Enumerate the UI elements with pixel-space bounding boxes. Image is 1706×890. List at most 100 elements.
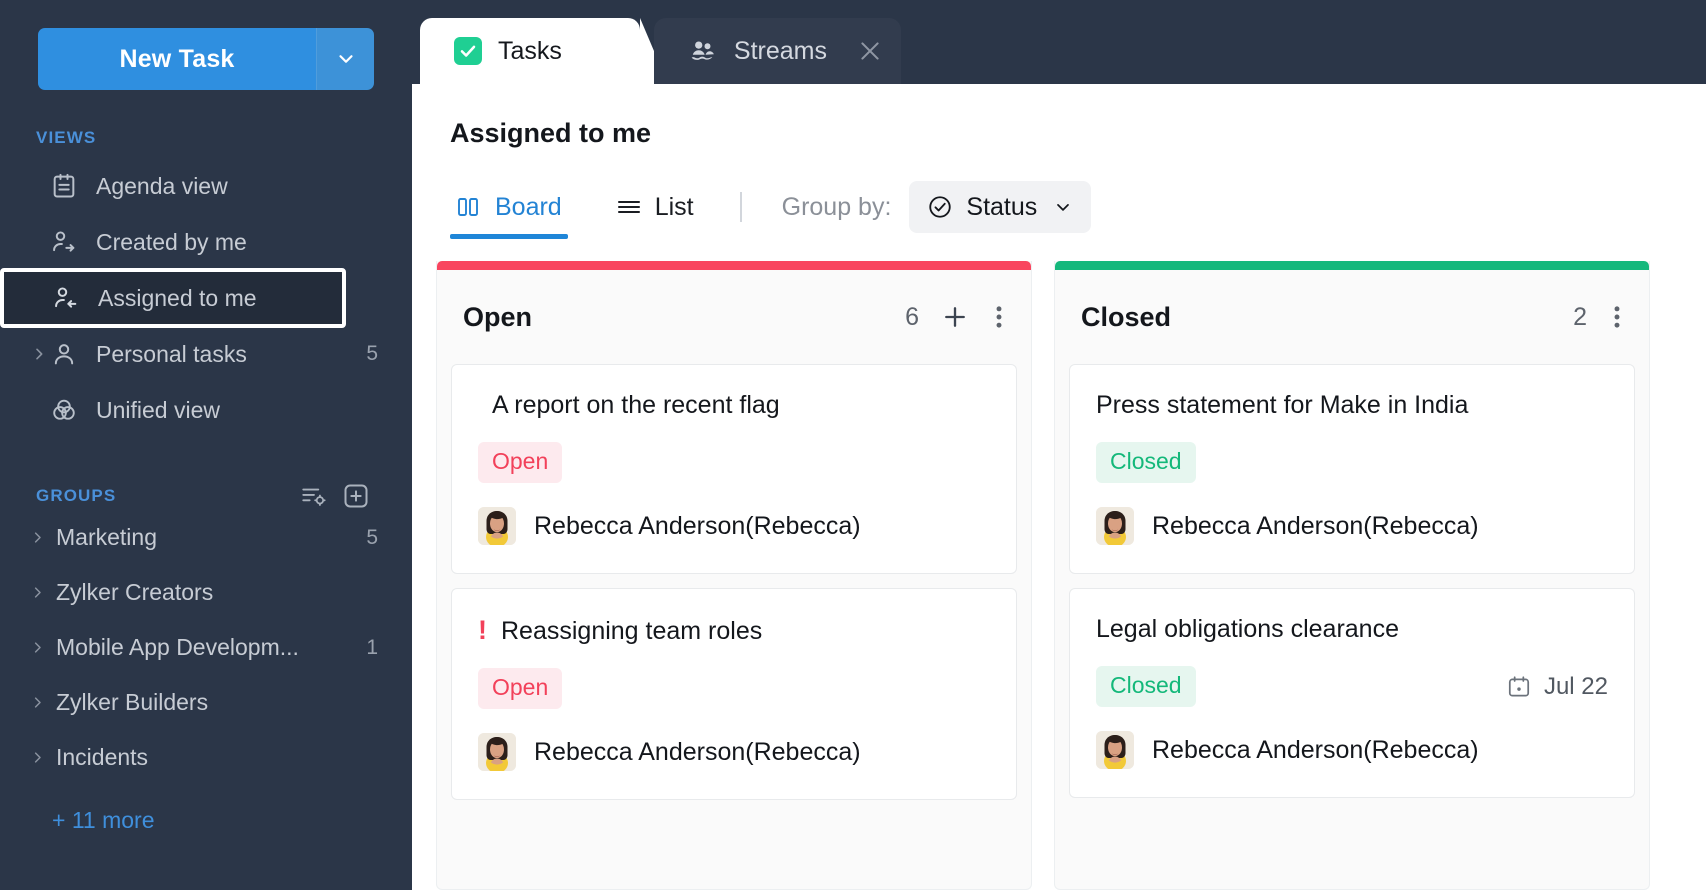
filter-settings-icon[interactable] — [300, 483, 328, 509]
task-title-row: Legal obligations clearance — [1096, 615, 1608, 644]
sidebar-item-unified-view[interactable]: Unified view — [0, 382, 412, 438]
sidebar-group-incidents[interactable]: Incidents — [0, 730, 412, 785]
group-by-label: Group by: — [781, 192, 892, 221]
sidebar-item-personal-tasks[interactable]: Personal tasks 5 — [0, 326, 412, 382]
column-cards: Press statement for Make in India Closed — [1055, 364, 1649, 798]
sidebar-item-label: Created by me — [96, 228, 247, 255]
task-meta-row: Closed — [1096, 442, 1608, 483]
task-assignee: Rebecca Anderson(Rebecca) — [478, 733, 990, 771]
task-card[interactable]: Press statement for Make in India Closed — [1069, 364, 1635, 574]
chevron-right-icon[interactable] — [30, 530, 56, 545]
task-title-row: Press statement for Make in India — [1096, 391, 1608, 420]
sidebar-group-marketing[interactable]: Marketing 5 — [0, 510, 412, 565]
column-count: 6 — [905, 302, 919, 331]
task-meta-row: Closed Jul 22 — [1096, 666, 1608, 707]
chevron-right-icon[interactable] — [30, 750, 56, 765]
show-more-groups-link[interactable]: + 11 more — [0, 807, 155, 834]
task-card[interactable]: A report on the recent flag Open Rebecca… — [451, 364, 1017, 574]
groups-section-label: GROUPS — [36, 486, 117, 505]
avatar — [1096, 507, 1134, 545]
group-count: 5 — [366, 525, 378, 549]
task-title: Reassigning team roles — [501, 617, 763, 645]
streams-people-icon — [688, 38, 718, 64]
column-cards: A report on the recent flag Open Rebecca… — [437, 364, 1031, 800]
column-title: Closed — [1081, 301, 1172, 332]
groups-section-header: GROUPS — [0, 482, 412, 510]
chevron-right-icon[interactable] — [30, 695, 56, 710]
chevron-right-icon[interactable] — [30, 640, 56, 655]
sidebar: New Task VIEWS Agenda view Created by me… — [0, 0, 412, 890]
tab-label: Tasks — [498, 36, 562, 65]
user-arrow-right-icon — [50, 228, 84, 256]
new-task-dropdown-button[interactable] — [316, 28, 374, 90]
plus-icon[interactable] — [941, 303, 969, 331]
group-label: Marketing — [56, 524, 157, 550]
view-toolbar: Board List Group by: Status — [412, 175, 1706, 239]
avatar — [1096, 731, 1134, 769]
task-assignee: Rebecca Anderson(Rebecca) — [1096, 507, 1608, 545]
task-meta-row: Open — [478, 442, 990, 483]
close-icon[interactable] — [857, 38, 883, 64]
board-columns-icon — [456, 195, 482, 219]
column-accent-bar — [1055, 261, 1649, 270]
group-by-value: Status — [966, 192, 1038, 221]
checkbox-check-icon — [454, 37, 482, 65]
tab-board-view[interactable]: Board — [450, 175, 568, 239]
new-task-group: New Task — [38, 28, 374, 90]
page-title: Assigned to me — [450, 118, 652, 148]
sidebar-group-mobile-app-development[interactable]: Mobile App Developm... 1 — [0, 620, 412, 675]
list-lines-icon — [616, 195, 642, 219]
tab-label: Streams — [733, 36, 827, 65]
task-assignee: Rebecca Anderson(Rebecca) — [478, 507, 990, 545]
assignee-name: Rebecca Anderson(Rebecca) — [1152, 511, 1479, 540]
column-accent-bar — [437, 261, 1031, 270]
group-by-dropdown[interactable]: Status — [909, 181, 1092, 233]
task-title-row: A report on the recent flag — [478, 391, 990, 420]
sidebar-item-created-by-me[interactable]: Created by me — [0, 214, 412, 270]
task-card[interactable]: ! Reassigning team roles Open Rebecca An… — [451, 588, 1017, 800]
due-date: Jul 22 — [1506, 673, 1608, 701]
views-section-label: VIEWS — [36, 128, 97, 147]
task-assignee: Rebecca Anderson(Rebecca) — [1096, 731, 1608, 769]
sidebar-item-agenda-view[interactable]: Agenda view — [0, 158, 412, 214]
group-count: 1 — [366, 635, 378, 659]
task-title-row: ! Reassigning team roles — [478, 615, 990, 646]
task-card[interactable]: Legal obligations clearance Closed Jul 2… — [1069, 588, 1635, 798]
task-title: A report on the recent flag — [492, 391, 780, 419]
group-label: Mobile App Developm... — [56, 634, 299, 660]
avatar — [478, 733, 516, 771]
status-badge: Closed — [1096, 442, 1196, 483]
column-title: Open — [463, 301, 533, 332]
column-count: 2 — [1573, 302, 1587, 331]
column-header: Open 6 — [437, 270, 1031, 364]
status-badge: Closed — [1096, 666, 1196, 707]
kebab-menu-icon[interactable] — [1609, 303, 1625, 331]
chevron-right-icon[interactable] — [30, 585, 56, 600]
sidebar-item-label: Personal tasks — [96, 340, 247, 367]
main-content: Tasks Streams Assigned to me Board List … — [412, 0, 1706, 890]
unified-venn-icon — [50, 396, 84, 424]
kebab-menu-icon[interactable] — [991, 303, 1007, 331]
tab-list-view[interactable]: List — [610, 175, 700, 239]
tab-streams[interactable]: Streams — [653, 18, 901, 84]
priority-flag: ! — [478, 615, 487, 645]
tab-tasks[interactable]: Tasks — [420, 18, 668, 84]
sidebar-item-assigned-to-me[interactable]: Assigned to me — [0, 268, 346, 328]
assignee-name: Rebecca Anderson(Rebecca) — [1152, 735, 1479, 764]
avatar — [478, 507, 516, 545]
app-root: New Task VIEWS Agenda view Created by me… — [0, 0, 1706, 890]
task-title: Legal obligations clearance — [1096, 615, 1399, 643]
group-label: Incidents — [56, 744, 149, 770]
sidebar-group-zylker-builders[interactable]: Zylker Builders — [0, 675, 412, 730]
sidebar-group-zylker-creators[interactable]: Zylker Creators — [0, 565, 412, 620]
add-group-icon[interactable] — [342, 482, 370, 510]
view-tab-label: List — [654, 192, 694, 221]
due-date-text: Jul 22 — [1543, 672, 1608, 700]
user-arrow-left-icon — [52, 284, 86, 312]
sidebar-item-count: 5 — [366, 342, 378, 365]
kanban-board: Open 6 A report on the recent flag Open … — [412, 239, 1706, 890]
new-task-button[interactable]: New Task — [38, 28, 316, 90]
chevron-right-icon[interactable] — [28, 346, 50, 362]
chevron-down-icon — [335, 48, 357, 70]
status-badge: Open — [478, 442, 563, 483]
